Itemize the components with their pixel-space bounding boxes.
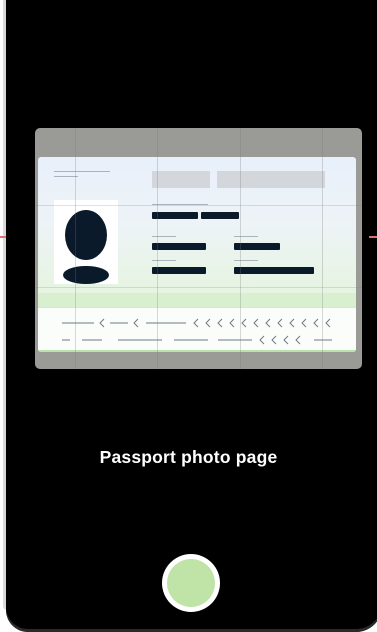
field-label-line	[152, 260, 176, 261]
scan-grid-line	[157, 128, 158, 369]
card-header-block	[152, 171, 210, 188]
alignment-guide-right	[369, 236, 377, 238]
scan-grid-line	[75, 128, 76, 369]
field-value-bar	[234, 267, 314, 274]
field-label-line	[234, 236, 258, 237]
field-value-bar	[152, 243, 206, 250]
card-header-line	[54, 171, 110, 172]
capture-button[interactable]	[162, 554, 220, 612]
shutter-button-icon	[167, 559, 215, 607]
mrz-line-2	[62, 335, 332, 345]
person-silhouette-icon	[63, 210, 109, 284]
scan-grid-line	[35, 287, 362, 288]
scan-instruction-caption: Passport photo page	[99, 447, 278, 467]
field-label-line	[152, 236, 176, 237]
field-value-bar	[152, 267, 206, 274]
passport-illustration	[38, 157, 356, 352]
field-value-bar	[152, 212, 198, 219]
card-color-band	[38, 293, 356, 307]
field-value-bar	[201, 212, 239, 219]
card-bottom-border	[38, 350, 356, 352]
machine-readable-zone	[38, 307, 356, 352]
scan-grid-line	[322, 128, 323, 369]
mrz-line-1	[62, 318, 331, 328]
alignment-guide-left	[0, 236, 6, 238]
scan-grid-line	[35, 205, 362, 206]
card-header-block	[217, 171, 325, 188]
portrait-photo	[54, 200, 118, 284]
field-label-line	[234, 260, 258, 261]
scan-grid-line	[240, 128, 241, 369]
camera-scan-screen: Passport photo page	[0, 0, 377, 632]
